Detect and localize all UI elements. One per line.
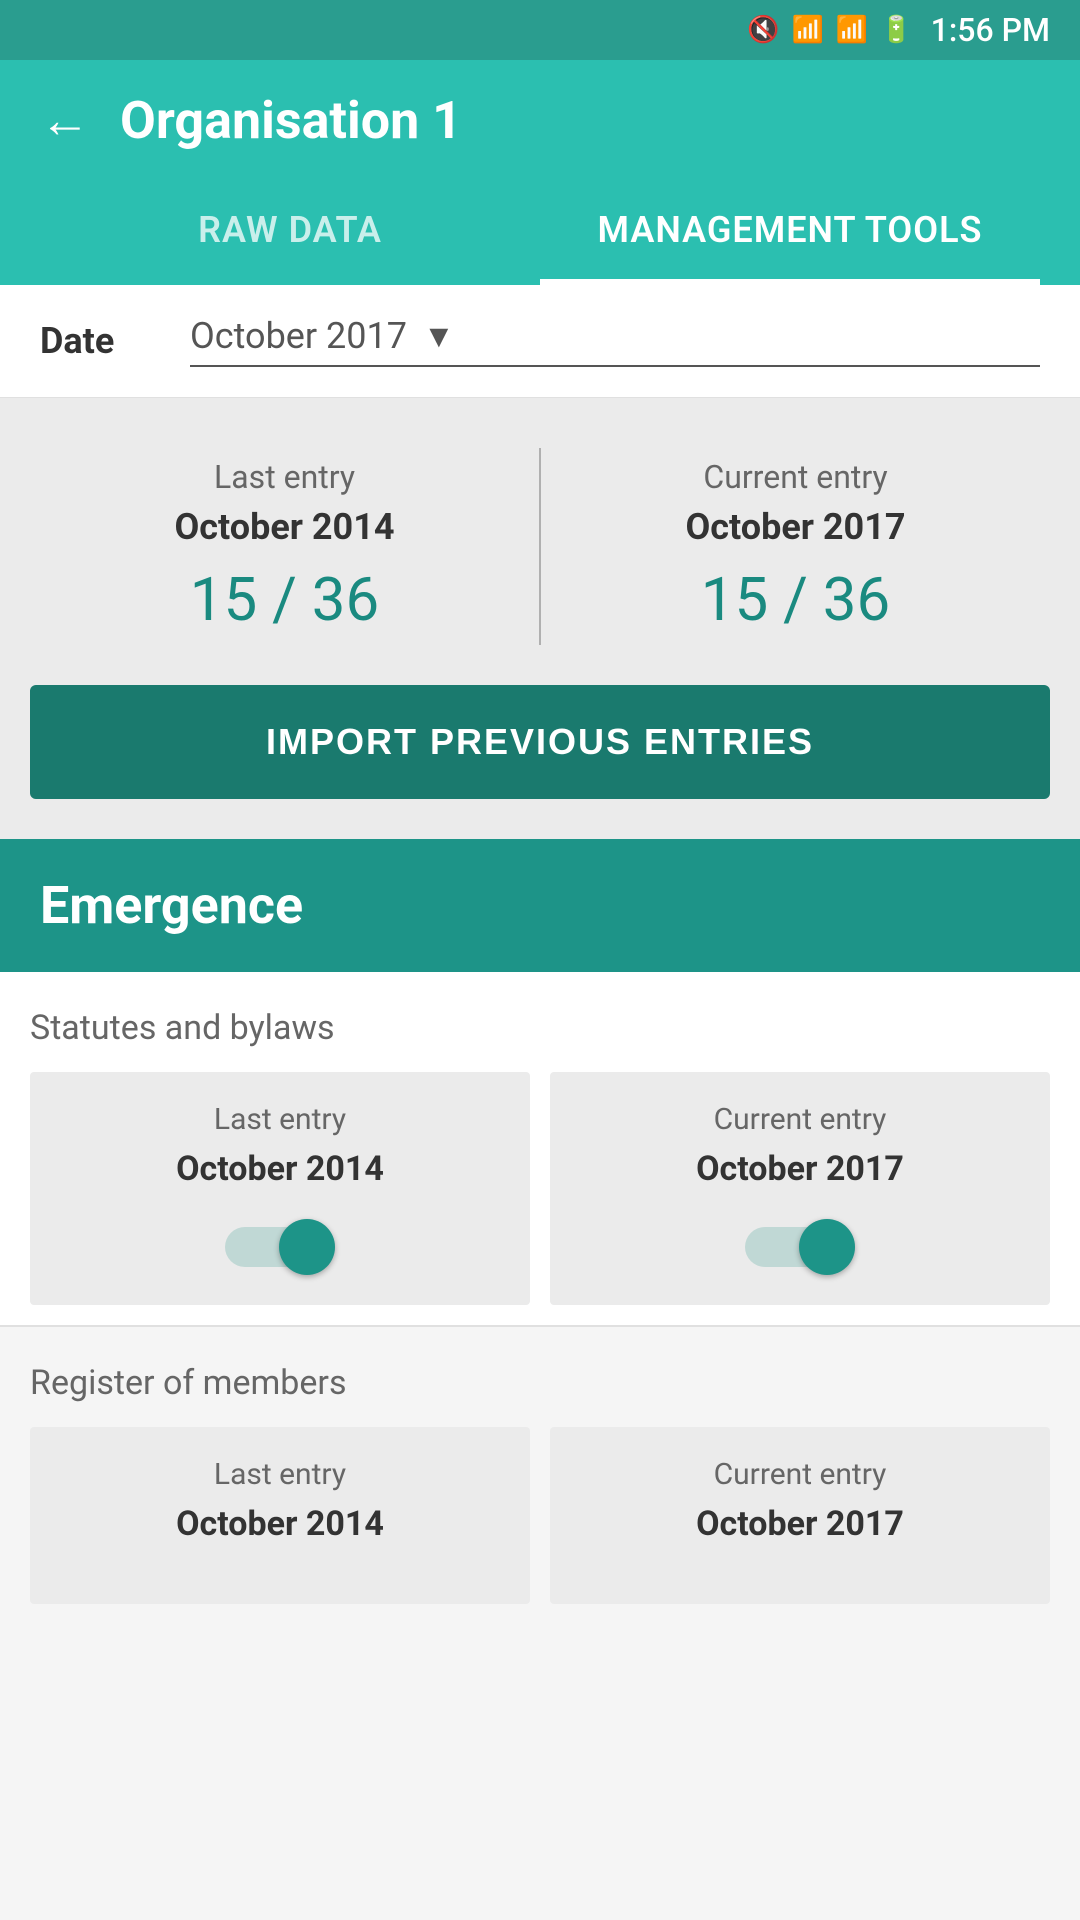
battery-icon: 🔋 [880, 15, 912, 45]
last-entry-ratio: 15 / 36 [60, 564, 509, 635]
statutes-last-entry-date: October 2014 [50, 1149, 510, 1189]
signal-icon: 📶 [836, 15, 868, 45]
register-current-entry-label: Current entry [570, 1457, 1030, 1492]
import-button-wrap: IMPORT PREVIOUS ENTRIES [0, 685, 1080, 839]
statutes-last-entry-toggle[interactable] [225, 1219, 335, 1275]
last-entry-col: Last entry October 2014 15 / 36 [30, 438, 539, 655]
summary-row: Last entry October 2014 15 / 36 Current … [30, 438, 1050, 655]
current-entry-ratio: 15 / 36 [571, 564, 1020, 635]
status-bar: 🔇 📶 📶 🔋 1:56 PM [0, 0, 1080, 60]
statutes-last-entry-label: Last entry [50, 1102, 510, 1137]
toggle-thumb [799, 1219, 855, 1275]
last-entry-date: October 2014 [60, 506, 509, 548]
import-previous-entries-button[interactable]: IMPORT PREVIOUS ENTRIES [30, 685, 1050, 799]
summary-section: Last entry October 2014 15 / 36 Current … [0, 398, 1080, 685]
wifi-icon: 📶 [792, 15, 824, 45]
statutes-current-entry-label: Current entry [570, 1102, 1030, 1137]
register-last-entry-date: October 2014 [50, 1504, 510, 1544]
emergence-section-header: Emergence [0, 839, 1080, 972]
last-entry-label: Last entry [60, 458, 509, 496]
chevron-down-icon: ▼ [423, 317, 455, 355]
app-title: Organisation 1 [120, 90, 462, 151]
statutes-last-entry-card: Last entry October 2014 [30, 1072, 530, 1305]
back-button[interactable]: ← [40, 96, 90, 146]
statutes-last-entry-toggle-wrap [50, 1219, 510, 1275]
tab-bar: RAW DATA MANAGEMENT TOOLS [40, 181, 1040, 285]
current-entry-col: Current entry October 2017 15 / 36 [541, 438, 1050, 655]
statutes-current-entry-toggle[interactable] [745, 1219, 855, 1275]
header-top: ← Organisation 1 [40, 90, 1040, 181]
status-time: 1:56 PM [931, 11, 1050, 49]
statutes-current-entry-date: October 2017 [570, 1149, 1030, 1189]
statutes-current-entry-card: Current entry October 2017 [550, 1072, 1050, 1305]
date-label: Date [40, 320, 160, 362]
emergence-title: Emergence [40, 875, 303, 936]
statutes-bylaws-cards: Last entry October 2014 Current entry Oc… [30, 1072, 1050, 1305]
register-last-entry-card: Last entry October 2014 [30, 1427, 530, 1604]
register-members-subsection: Register of members Last entry October 2… [0, 1327, 1080, 1624]
current-entry-label: Current entry [571, 458, 1020, 496]
statutes-bylaws-label: Statutes and bylaws [30, 1008, 1050, 1048]
register-current-entry-card: Current entry October 2017 [550, 1427, 1050, 1604]
tab-management-tools[interactable]: MANAGEMENT TOOLS [540, 181, 1040, 285]
tab-raw-data[interactable]: RAW DATA [40, 181, 540, 285]
register-members-label: Register of members [30, 1363, 1050, 1403]
register-last-entry-label: Last entry [50, 1457, 510, 1492]
toggle-thumb [279, 1219, 335, 1275]
register-members-cards: Last entry October 2014 Current entry Oc… [30, 1427, 1050, 1604]
statutes-current-entry-toggle-wrap [570, 1219, 1030, 1275]
mute-icon: 🔇 [747, 15, 779, 45]
register-current-entry-date: October 2017 [570, 1504, 1030, 1544]
date-selector[interactable]: October 2017 ▼ [190, 315, 1040, 367]
current-entry-date: October 2017 [571, 506, 1020, 548]
app-header: ← Organisation 1 RAW DATA MANAGEMENT TOO… [0, 60, 1080, 285]
date-value: October 2017 [190, 315, 407, 357]
status-icons: 🔇 📶 📶 🔋 [747, 15, 913, 45]
date-row: Date October 2017 ▼ [0, 285, 1080, 398]
statutes-bylaws-subsection: Statutes and bylaws Last entry October 2… [0, 972, 1080, 1325]
